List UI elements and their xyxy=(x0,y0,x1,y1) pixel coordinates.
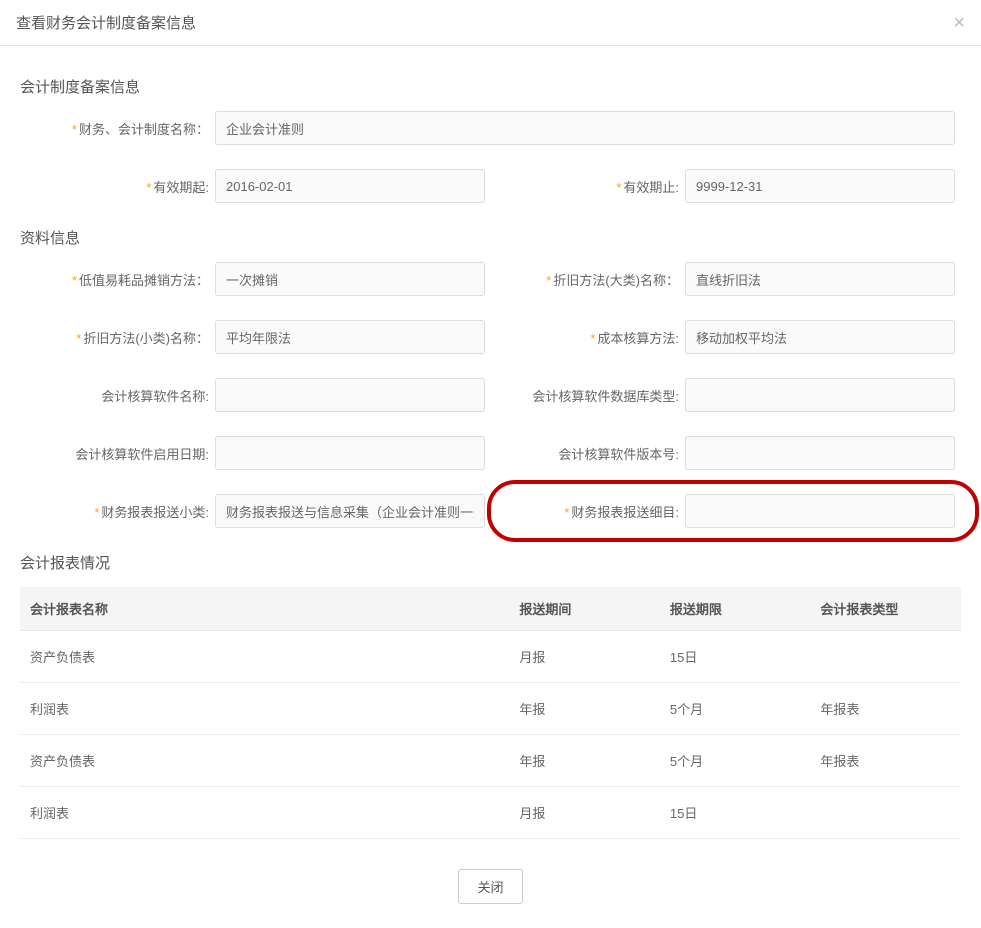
input-sw-date[interactable] xyxy=(215,436,485,470)
label-depr-minor: 折旧方法(小类)名称： xyxy=(20,328,215,347)
th-name: 会计报表名称 xyxy=(20,587,509,631)
label-rpt-detail: 财务报表报送细目: xyxy=(505,502,685,521)
dialog-header: 查看财务会计制度备案信息 × xyxy=(0,0,981,46)
section-report-info: 会计报表情况 xyxy=(20,552,961,573)
cell-type: 年报表 xyxy=(810,683,961,735)
close-icon[interactable]: × xyxy=(953,13,965,33)
cell-deadline: 15日 xyxy=(660,787,811,839)
label-valid-to: 有效期止: xyxy=(505,177,685,196)
cell-name: 资产负债表 xyxy=(20,735,509,787)
report-table-container: 会计报表名称 报送期间 报送期限 会计报表类型 资产负债表 月报 15日 利润表… xyxy=(20,587,961,839)
input-low-value[interactable] xyxy=(215,262,485,296)
label-sw-date: 会计核算软件启用日期: xyxy=(20,444,215,463)
th-type: 会计报表类型 xyxy=(810,587,961,631)
table-header-row: 会计报表名称 报送期间 报送期限 会计报表类型 xyxy=(20,587,961,631)
cell-period: 月报 xyxy=(509,787,660,839)
input-depr-minor[interactable] xyxy=(215,320,485,354)
cell-deadline: 5个月 xyxy=(660,735,811,787)
cell-type: 年报表 xyxy=(810,735,961,787)
close-button[interactable]: 关闭 xyxy=(458,869,522,904)
label-valid-from: 有效期起: xyxy=(20,177,215,196)
input-valid-to[interactable] xyxy=(685,169,955,203)
cell-deadline: 15日 xyxy=(660,631,811,683)
table-row: 利润表 年报 5个月 年报表 xyxy=(20,683,961,735)
table-row: 资产负债表 年报 5个月 年报表 xyxy=(20,735,961,787)
cell-name: 资产负债表 xyxy=(20,631,509,683)
label-sw-ver: 会计核算软件版本号: xyxy=(505,444,685,463)
th-deadline: 报送期限 xyxy=(660,587,811,631)
input-cost-method[interactable] xyxy=(685,320,955,354)
input-sw-name[interactable] xyxy=(215,378,485,412)
cell-name: 利润表 xyxy=(20,683,509,735)
dialog-footer: 关闭 xyxy=(0,849,981,928)
label-low-value: 低值易耗品摊销方法： xyxy=(20,270,215,289)
label-depr-major: 折旧方法(大类)名称： xyxy=(505,270,685,289)
label-cost-method: 成本核算方法: xyxy=(505,328,685,347)
cell-period: 年报 xyxy=(509,683,660,735)
label-rpt-minor: 财务报表报送小类: xyxy=(20,502,215,521)
cell-deadline: 5个月 xyxy=(660,683,811,735)
table-row: 资产负债表 月报 15日 xyxy=(20,631,961,683)
section-filing-info: 会计制度备案信息 xyxy=(20,76,961,97)
highlight-rpt-detail: 财务报表报送细目: xyxy=(505,494,961,528)
input-valid-from[interactable] xyxy=(215,169,485,203)
input-rpt-detail[interactable] xyxy=(685,494,955,528)
input-sw-ver[interactable] xyxy=(685,436,955,470)
section-material-info: 资料信息 xyxy=(20,227,961,248)
label-sw-db: 会计核算软件数据库类型: xyxy=(505,386,685,405)
cell-name: 利润表 xyxy=(20,787,509,839)
report-table: 会计报表名称 报送期间 报送期限 会计报表类型 资产负债表 月报 15日 利润表… xyxy=(20,587,961,839)
cell-period: 月报 xyxy=(509,631,660,683)
input-rpt-minor[interactable] xyxy=(215,494,485,528)
dialog-title: 查看财务会计制度备案信息 xyxy=(16,12,196,33)
input-depr-major[interactable] xyxy=(685,262,955,296)
cell-period: 年报 xyxy=(509,735,660,787)
input-sw-db[interactable] xyxy=(685,378,955,412)
th-period: 报送期间 xyxy=(509,587,660,631)
input-system-name[interactable] xyxy=(215,111,955,145)
label-sw-name: 会计核算软件名称: xyxy=(20,386,215,405)
table-row: 利润表 月报 15日 xyxy=(20,787,961,839)
cell-type xyxy=(810,787,961,839)
cell-type xyxy=(810,631,961,683)
label-system-name: 财务、会计制度名称： xyxy=(20,119,215,138)
dialog-body: 会计制度备案信息 财务、会计制度名称： 有效期起: 有效期止: 资料信息 低值易… xyxy=(0,46,981,849)
